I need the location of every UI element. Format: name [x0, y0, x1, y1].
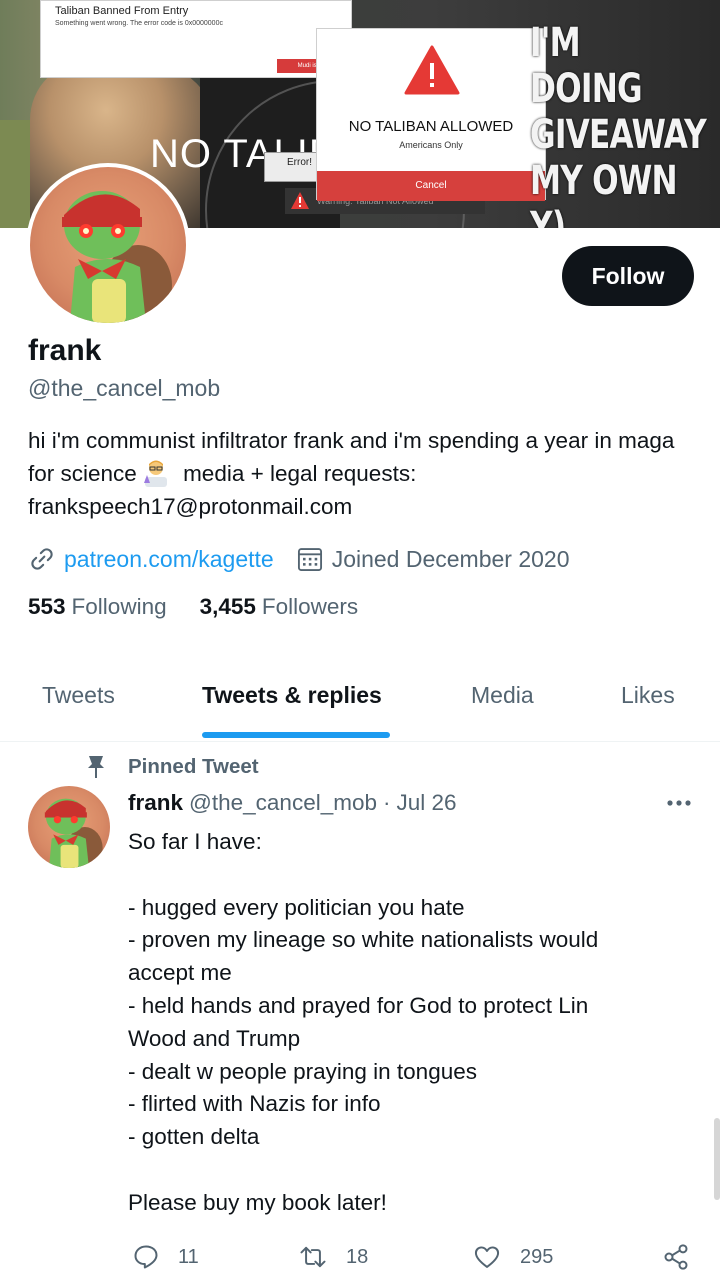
- tab-tweets[interactable]: Tweets: [42, 682, 115, 709]
- banner-dialog-cancel: Cancel: [317, 171, 545, 201]
- following-stat[interactable]: 553 Following: [28, 594, 167, 620]
- tweet-author-handle[interactable]: @the_cancel_mob: [189, 790, 377, 815]
- like-count: 295: [520, 1245, 554, 1268]
- more-icon[interactable]: [666, 796, 692, 810]
- retweet-button[interactable]: 18: [298, 1240, 368, 1274]
- pinned-text: Pinned Tweet: [128, 755, 259, 778]
- banner-overlay-line: Y): [530, 204, 566, 228]
- follow-button[interactable]: Follow: [562, 246, 694, 306]
- retweet-count: 18: [346, 1245, 369, 1268]
- reply-icon: [134, 1245, 158, 1269]
- like-icon: [474, 1246, 500, 1268]
- banner-overlay-line: MY OWN: [530, 158, 678, 204]
- scientist-emoji-icon: [143, 460, 167, 487]
- reply-button[interactable]: 11: [132, 1240, 199, 1274]
- tweet-line: [128, 1154, 688, 1187]
- retweet-icon: [300, 1246, 326, 1268]
- tweet-separator: ·: [383, 790, 391, 815]
- active-tab-indicator: [202, 732, 390, 738]
- profile-handle: @the_cancel_mob: [28, 375, 221, 401]
- profile-avatar[interactable]: [26, 163, 190, 327]
- banner-dialog-title: NO TALIBAN ALLOWED: [348, 118, 514, 135]
- tweet-line: Wood and Trump: [128, 1025, 301, 1051]
- scrollbar[interactable]: [714, 1118, 720, 1200]
- display-name: frank: [28, 334, 102, 367]
- avatar-image: [30, 167, 186, 323]
- turtle-avatar-icon: [62, 191, 172, 323]
- following-label: Following: [71, 594, 167, 619]
- tweet-line: Please buy my book later!: [128, 1189, 387, 1215]
- tweet-line: - flirted with Nazis for info: [128, 1091, 381, 1117]
- tweet-line: [128, 859, 688, 892]
- tweet-avatar[interactable]: [28, 786, 110, 868]
- profile-bio: hi i'm communist infiltrator frank and i…: [28, 424, 698, 523]
- following-count: 553: [28, 594, 66, 619]
- followers-stat[interactable]: 3,455 Followers: [200, 594, 359, 620]
- profile-tabs: Tweets Tweets & replies Media Likes: [0, 662, 720, 742]
- share-button[interactable]: [662, 1240, 690, 1274]
- tab-media[interactable]: Media: [471, 682, 534, 709]
- profile-link[interactable]: patreon.com/kagette: [64, 546, 274, 573]
- warning-icon: [291, 192, 309, 209]
- calendar-icon: [297, 548, 322, 572]
- tab-tweets-replies[interactable]: Tweets & replies: [202, 682, 382, 709]
- banner-dialog-subtitle: Americans Only: [399, 140, 463, 150]
- tweet-line: - hugged every politician you hate: [128, 894, 465, 920]
- tweet-author-name[interactable]: frank: [128, 790, 183, 815]
- followers-label: Followers: [261, 594, 359, 619]
- banner-error-label: Error!: [264, 152, 324, 182]
- followers-count: 3,455: [199, 594, 256, 619]
- like-button[interactable]: 295: [472, 1240, 553, 1274]
- joined-date: Joined December 2020: [331, 545, 570, 572]
- pinned-label: Pinned Tweet: [84, 754, 259, 780]
- banner-window-title: Taliban Banned From Entry: [55, 5, 189, 17]
- link-icon: [31, 548, 53, 570]
- tweet-line: - gotten delta: [128, 1124, 260, 1150]
- tweet-line: - held hands and prayed for God to prote…: [128, 992, 589, 1018]
- banner-dialog: NO TALIBAN ALLOWED Americans Only Cancel: [316, 28, 546, 201]
- turtle-avatar-icon: [44, 798, 103, 868]
- warning-icon: [404, 45, 460, 95]
- reply-count: 11: [178, 1245, 199, 1268]
- tweet-header: frank @the_cancel_mob · Jul 26: [128, 790, 457, 816]
- tweet-line: accept me: [128, 960, 232, 986]
- tweet-actions: 11 18 295: [128, 1240, 698, 1274]
- tab-likes[interactable]: Likes: [621, 682, 675, 709]
- pin-icon: [88, 756, 104, 778]
- tweet-line: So far I have:: [128, 829, 262, 854]
- banner-window-message: Something went wrong. The error code is …: [55, 20, 223, 27]
- banner-overlay-line: I'M DOING: [530, 20, 643, 112]
- tweet-line: - proven my lineage so white nationalist…: [128, 927, 599, 953]
- banner-overlay-line: GIVEAWAY: [530, 112, 707, 158]
- tweet-line: - dealt w people praying in tongues: [128, 1058, 477, 1084]
- profile-meta: patreon.com/kagette Joined December 2020: [28, 542, 570, 576]
- banner-overlay-text: I'M DOING GIVEAWAY MY OWN Y): [530, 20, 707, 228]
- profile-stats: 553 Following 3,455 Followers: [28, 594, 358, 620]
- share-icon: [664, 1244, 688, 1270]
- tweet-text: So far I have: - hugged every politician…: [128, 826, 688, 1220]
- banner-error-window: Taliban Banned From Entry Something went…: [40, 0, 353, 78]
- tweet-date[interactable]: Jul 26: [397, 790, 457, 815]
